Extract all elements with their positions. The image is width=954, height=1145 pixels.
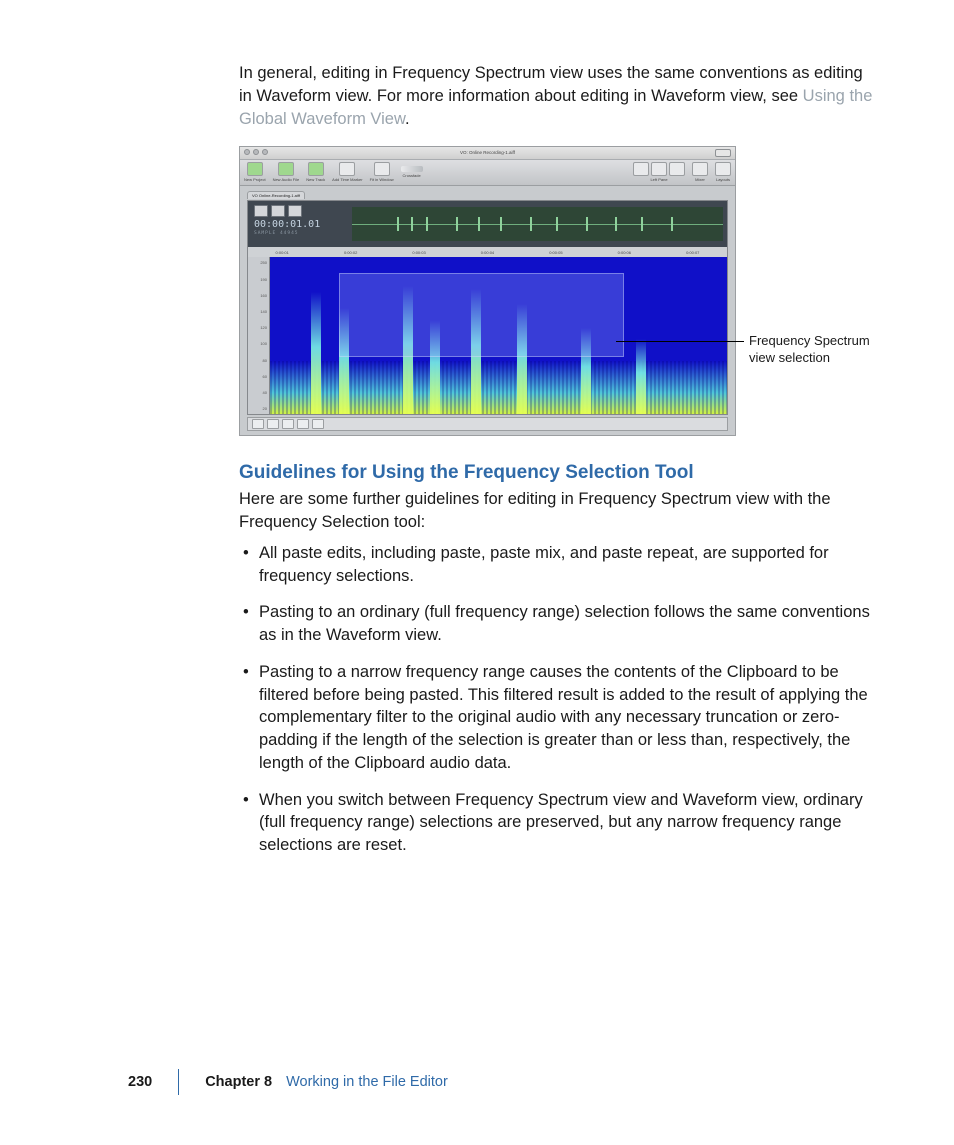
play-button-icon [267,419,279,429]
crossfade-slider-icon [401,166,423,172]
callout-label: Frequency Spectrum view selection [749,333,899,366]
ff-button-icon [312,419,324,429]
file-tab: VO Online-Recording-1.aiff [247,191,305,199]
list-item: Pasting to a narrow frequency range caus… [239,661,875,775]
fit-in-window-icon [374,162,390,176]
window-controls [244,149,268,155]
frequency-selection-box [339,273,624,357]
read-button [288,205,302,217]
lower-pane-icon [651,162,667,176]
timecode-display: 00:00:01.01 SAMPLE 44945 [254,219,320,236]
solo-button-icon [252,419,264,429]
intro-text-a: In general, editing in Frequency Spectru… [239,64,863,105]
intro-paragraph: In general, editing in Frequency Spectru… [239,62,875,130]
bullet-list: All paste edits, including paste, paste … [239,542,875,857]
new-project-icon [247,162,263,176]
bottom-toolbar [247,417,728,431]
editor-pane: 00:00:01.01 SAMPLE 44945 [247,200,728,415]
left-pane-icon [633,162,649,176]
footer-divider [178,1069,179,1095]
page-number: 230 [128,1074,152,1090]
add-time-marker-icon [339,162,355,176]
window-title: VO: Online Recording-1.aiff [240,147,735,159]
screenshot: VO: Online Recording-1.aiff New Project … [239,146,736,436]
mixer-icon [692,162,708,176]
figure-wrapper: VO: Online Recording-1.aiff New Project … [239,146,875,436]
list-item: Pasting to an ordinary (full frequency r… [239,601,875,647]
rewind-button-icon [297,419,309,429]
section-lead: Here are some further guidelines for edi… [239,488,875,534]
chapter-label: Chapter 8 [205,1074,272,1090]
new-track-icon [308,162,324,176]
list-item: When you switch between Frequency Spectr… [239,789,875,857]
layouts-icon [715,162,731,176]
page-footer: 230 Chapter 8 Working in the File Editor [128,1069,448,1095]
stop-button-icon [282,419,294,429]
intro-text-b: . [405,110,410,128]
window-zoom-icon [715,149,731,157]
new-audio-file-icon [278,162,294,176]
app-toolbar: New Project New Audio File New Track Add… [240,160,735,186]
callout-line [616,341,744,342]
nav-next-icon [271,205,285,217]
right-pane-icon [669,162,685,176]
spectrum-area: 0:00:01 0:00:02 0:00:03 0:00:04 0:00:05 … [248,247,727,414]
frequency-axis: 250 190 160 140 120 100 80 60 40 20 [248,257,270,414]
chapter-title: Working in the File Editor [286,1074,448,1090]
spectrum-plot [270,257,727,414]
list-item: All paste edits, including paste, paste … [239,542,875,588]
section-heading: Guidelines for Using the Frequency Selec… [239,462,875,484]
overview-panel: 00:00:01.01 SAMPLE 44945 [248,201,727,248]
nav-prev-icon [254,205,268,217]
overview-waveform [352,207,723,241]
window-titlebar: VO: Online Recording-1.aiff [240,147,735,160]
